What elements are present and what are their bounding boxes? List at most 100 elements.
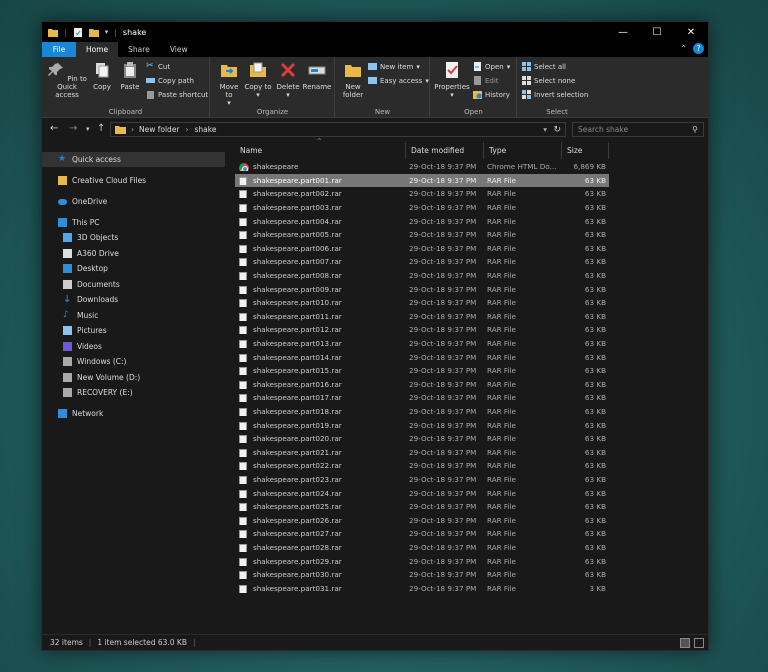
file-row[interactable]: shakespeare.part003.rar 29-Oct-18 9:37 PM…: [235, 201, 609, 215]
file-row[interactable]: shakespeare.part013.rar 29-Oct-18 9:37 PM…: [235, 337, 609, 351]
new-folder-icon[interactable]: [88, 28, 99, 37]
copy-path-button[interactable]: Copy path: [146, 76, 194, 85]
open-button[interactable]: Open ▾: [473, 62, 510, 71]
paste-button[interactable]: Paste: [117, 61, 143, 91]
details-view-icon[interactable]: [680, 638, 690, 648]
properties-button[interactable]: Properties ▾: [434, 61, 470, 99]
large-icons-view-icon[interactable]: [694, 638, 704, 648]
nav-quick-access[interactable]: ★ Quick access: [42, 152, 225, 167]
file-row[interactable]: shakespeare.part016.rar 29-Oct-18 9:37 PM…: [235, 378, 609, 392]
nav-windows-c[interactable]: Windows (C:): [63, 354, 126, 369]
file-row[interactable]: shakespeare.part014.rar 29-Oct-18 9:37 PM…: [235, 350, 609, 364]
file-row[interactable]: shakespeare.part029.rar 29-Oct-18 9:37 PM…: [235, 554, 609, 568]
nav-a360-drive[interactable]: A360 Drive: [63, 246, 119, 261]
file-type-cell: RAR File: [487, 257, 516, 267]
file-size-cell: 63 KB: [584, 325, 606, 335]
move-to-button[interactable]: Move to ▾: [215, 61, 243, 107]
nav-creative-cloud-files[interactable]: Creative Cloud Files: [58, 173, 146, 188]
easy-access-button[interactable]: Easy access ▾: [368, 76, 429, 85]
nav-recovery-e[interactable]: RECOVERY (E:): [63, 385, 133, 400]
back-arrow-icon[interactable]: ←: [50, 123, 58, 134]
select-all-button[interactable]: Select all: [522, 62, 566, 71]
history-button[interactable]: History: [473, 90, 510, 99]
nav-desktop[interactable]: Desktop: [63, 261, 108, 276]
nav-this-pc[interactable]: This PC: [58, 215, 99, 230]
file-row[interactable]: shakespeare.part005.rar 29-Oct-18 9:37 PM…: [235, 228, 609, 242]
nav-onedrive[interactable]: OneDrive: [58, 194, 107, 209]
paste-shortcut-button[interactable]: Paste shortcut: [146, 90, 208, 99]
nav-music[interactable]: ♪ Music: [63, 308, 98, 323]
column-size[interactable]: Size: [562, 142, 609, 159]
file-row[interactable]: shakespeare.part010.rar 29-Oct-18 9:37 PM…: [235, 296, 609, 310]
customize-toolbar-icon[interactable]: ▾: [105, 28, 109, 36]
column-type[interactable]: Type: [484, 142, 562, 159]
minimize-button[interactable]: —: [606, 22, 640, 42]
nav-videos[interactable]: Videos: [63, 339, 102, 354]
file-row[interactable]: shakespeare.part002.rar 29-Oct-18 9:37 PM…: [235, 187, 609, 201]
address-bar[interactable]: › New folder › shake ▾ ↻: [110, 122, 566, 137]
maximize-button[interactable]: ☐: [640, 22, 674, 42]
address-dropdown-icon[interactable]: ▾: [543, 125, 547, 134]
file-row[interactable]: shakespeare.part028.rar 29-Oct-18 9:37 PM…: [235, 541, 609, 555]
help-icon[interactable]: ?: [693, 43, 704, 54]
tab-file[interactable]: File: [42, 42, 76, 57]
copy-to-button[interactable]: Copy to ▾: [244, 61, 272, 99]
file-row[interactable]: shakespeare.part025.rar 29-Oct-18 9:37 PM…: [235, 500, 609, 514]
search-input[interactable]: Search shake ⚲: [572, 122, 704, 137]
file-row[interactable]: shakespeare.part018.rar 29-Oct-18 9:37 PM…: [235, 405, 609, 419]
nav-new-volume-d[interactable]: New Volume (D:): [63, 370, 140, 385]
tab-share[interactable]: Share: [118, 42, 160, 57]
rename-button[interactable]: Rename: [302, 61, 332, 91]
file-row[interactable]: shakespeare.part017.rar 29-Oct-18 9:37 PM…: [235, 391, 609, 405]
file-row[interactable]: shakespeare.part015.rar 29-Oct-18 9:37 PM…: [235, 364, 609, 378]
column-name[interactable]: Name: [235, 142, 406, 159]
file-row[interactable]: shakespeare.part019.rar 29-Oct-18 9:37 PM…: [235, 418, 609, 432]
new-folder-button[interactable]: New folder: [339, 61, 367, 99]
file-row[interactable]: shakespeare.part007.rar 29-Oct-18 9:37 PM…: [235, 255, 609, 269]
close-button[interactable]: ✕: [674, 22, 708, 42]
nav-pictures[interactable]: Pictures: [63, 323, 107, 338]
file-row[interactable]: shakespeare 29-Oct-18 9:37 PM Chrome HTML …: [235, 160, 609, 174]
nav-network[interactable]: Network: [58, 406, 103, 421]
file-row[interactable]: shakespeare.part006.rar 29-Oct-18 9:37 PM…: [235, 242, 609, 256]
recent-locations-chevron-icon[interactable]: ▾: [86, 125, 90, 133]
nav-downloads[interactable]: ↓ Downloads: [63, 292, 118, 307]
nav-3d-objects[interactable]: 3D Objects: [63, 230, 118, 245]
delete-button[interactable]: Delete ▾: [274, 61, 302, 99]
collapse-ribbon-icon[interactable]: ⌃: [680, 44, 687, 53]
file-row[interactable]: shakespeare.part008.rar 29-Oct-18 9:37 PM…: [235, 269, 609, 283]
file-row[interactable]: shakespeare.part026.rar 29-Oct-18 9:37 PM…: [235, 514, 609, 528]
tab-view[interactable]: View: [160, 42, 198, 57]
file-row[interactable]: shakespeare.part012.rar 29-Oct-18 9:37 PM…: [235, 323, 609, 337]
file-name: shakespeare.part018.rar: [253, 407, 342, 417]
file-row[interactable]: shakespeare.part011.rar 29-Oct-18 9:37 PM…: [235, 310, 609, 324]
file-row[interactable]: shakespeare.part022.rar 29-Oct-18 9:37 PM…: [235, 459, 609, 473]
refresh-icon[interactable]: ↻: [553, 125, 561, 135]
file-row[interactable]: shakespeare.part020.rar 29-Oct-18 9:37 PM…: [235, 432, 609, 446]
properties-icon[interactable]: [73, 27, 83, 37]
file-row[interactable]: shakespeare.part024.rar 29-Oct-18 9:37 PM…: [235, 486, 609, 500]
forward-arrow-icon[interactable]: →: [69, 123, 77, 134]
invert-selection-button[interactable]: Invert selection: [522, 90, 588, 99]
file-row[interactable]: shakespeare.part001.rar 29-Oct-18 9:37 PM…: [235, 173, 609, 188]
select-none-button[interactable]: Select none: [522, 76, 575, 85]
breadcrumb-new-folder[interactable]: New folder: [139, 125, 180, 134]
file-row[interactable]: shakespeare.part030.rar 29-Oct-18 9:37 PM…: [235, 568, 609, 582]
column-date-modified[interactable]: Date modified: [406, 142, 484, 159]
file-row[interactable]: shakespeare.part027.rar 29-Oct-18 9:37 PM…: [235, 527, 609, 541]
copy-button[interactable]: Copy: [89, 61, 115, 91]
up-arrow-icon[interactable]: ↑: [97, 123, 105, 134]
breadcrumb-shake[interactable]: shake: [195, 125, 217, 134]
file-type-cell: RAR File: [487, 393, 516, 403]
file-row[interactable]: shakespeare.part021.rar 29-Oct-18 9:37 PM…: [235, 446, 609, 460]
file-row[interactable]: shakespeare.part009.rar 29-Oct-18 9:37 PM…: [235, 282, 609, 296]
pin-to-quick-access-button[interactable]: Pin to Quick access: [45, 61, 89, 99]
file-row[interactable]: shakespeare.part031.rar 29-Oct-18 9:37 PM…: [235, 582, 609, 596]
new-item-button[interactable]: New item ▾: [368, 62, 420, 71]
file-row[interactable]: shakespeare.part004.rar 29-Oct-18 9:37 PM…: [235, 214, 609, 228]
nav-documents[interactable]: Documents: [63, 277, 120, 292]
tab-home[interactable]: Home: [76, 42, 119, 57]
file-row[interactable]: shakespeare.part023.rar 29-Oct-18 9:37 PM…: [235, 473, 609, 487]
cut-button[interactable]: ✂ Cut: [146, 62, 170, 71]
edit-button[interactable]: Edit: [473, 76, 499, 85]
